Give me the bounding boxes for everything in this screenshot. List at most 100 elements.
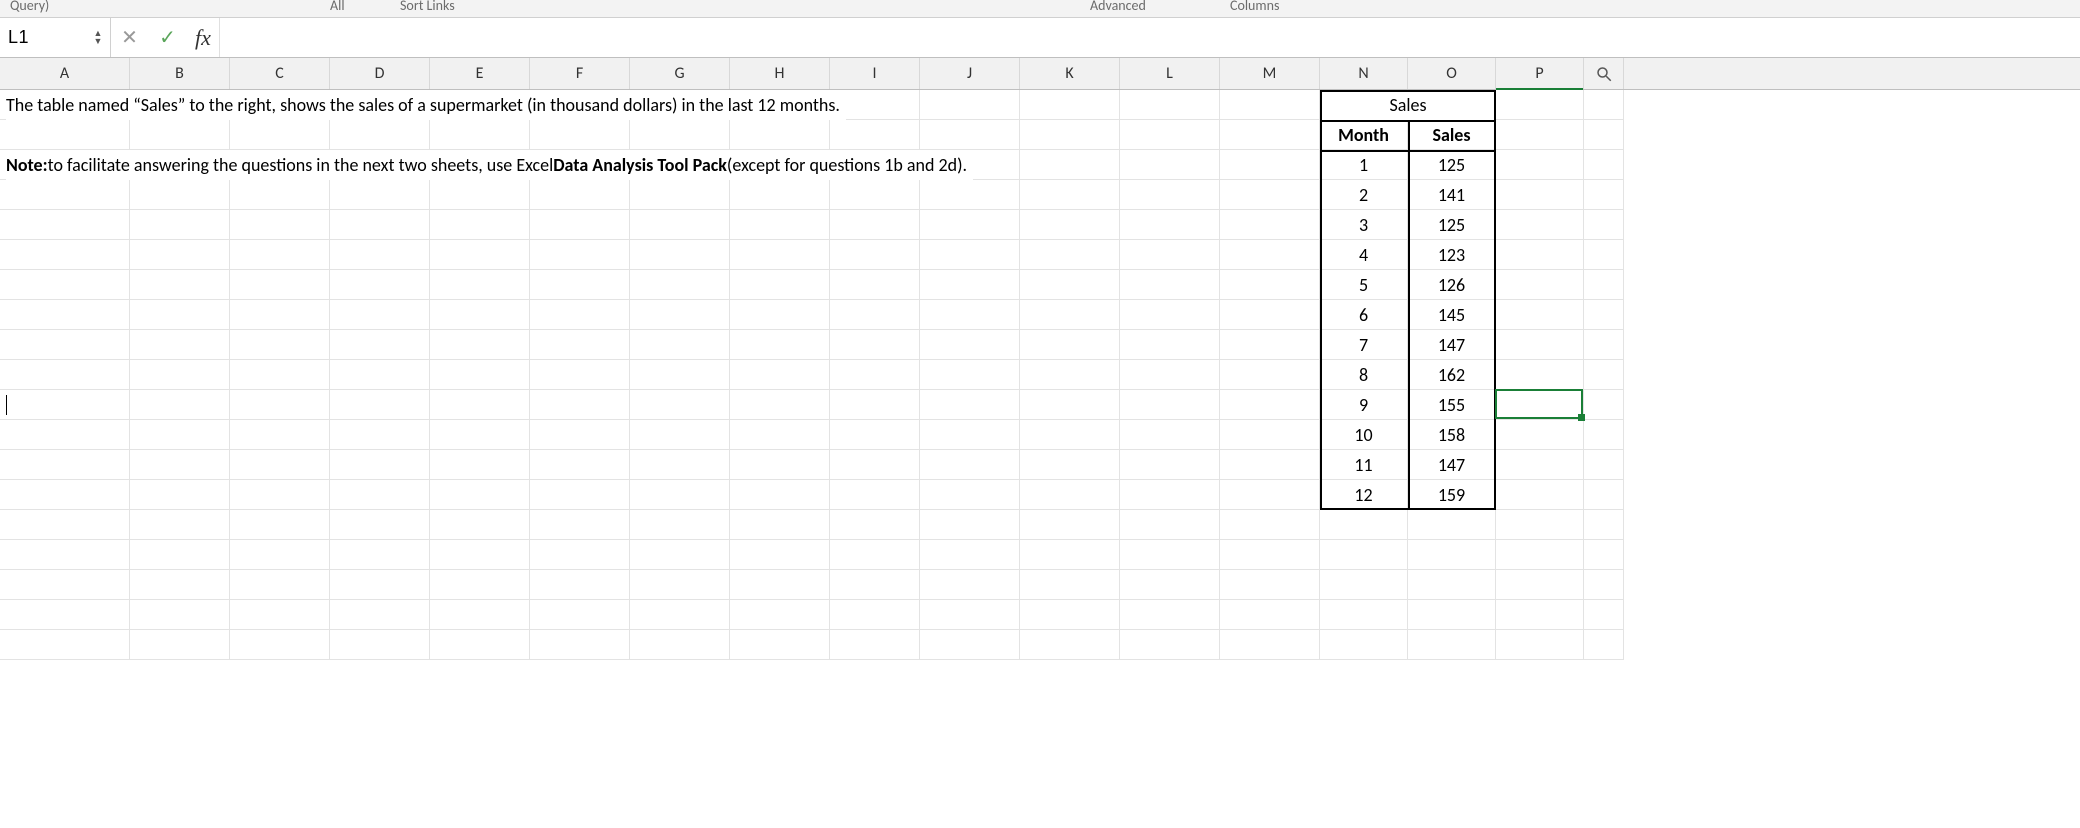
cell-A8[interactable] — [0, 300, 130, 330]
cell-P7[interactable] — [1496, 270, 1584, 300]
cell-C6[interactable] — [230, 240, 330, 270]
cell-O2[interactable]: Sales — [1408, 120, 1496, 150]
cell-A10[interactable] — [0, 360, 130, 390]
cell-M17[interactable] — [1220, 570, 1320, 600]
cell-F15[interactable] — [530, 510, 630, 540]
cell-Q9[interactable] — [1584, 330, 1624, 360]
cell-K4[interactable] — [1020, 180, 1120, 210]
cell-G2[interactable] — [630, 120, 730, 150]
cell-H10[interactable] — [730, 360, 830, 390]
cell-D16[interactable] — [330, 540, 430, 570]
cell-B8[interactable] — [130, 300, 230, 330]
cell-Q10[interactable] — [1584, 360, 1624, 390]
cell-O12[interactable]: 158 — [1408, 420, 1496, 450]
cell-P5[interactable] — [1496, 210, 1584, 240]
cell-P14[interactable] — [1496, 480, 1584, 510]
cell-P18[interactable] — [1496, 600, 1584, 630]
cell-Q17[interactable] — [1584, 570, 1624, 600]
cell-J17[interactable] — [920, 570, 1020, 600]
cell-M10[interactable] — [1220, 360, 1320, 390]
cell-M2[interactable] — [1220, 120, 1320, 150]
cell-L10[interactable] — [1120, 360, 1220, 390]
cell-G17[interactable] — [630, 570, 730, 600]
cell-E15[interactable] — [430, 510, 530, 540]
cell-G10[interactable] — [630, 360, 730, 390]
cell-D9[interactable] — [330, 330, 430, 360]
cell-N5[interactable]: 3 — [1320, 210, 1408, 240]
cell-D4[interactable] — [330, 180, 430, 210]
cell-F2[interactable] — [530, 120, 630, 150]
cell-N7[interactable]: 5 — [1320, 270, 1408, 300]
column-header-A[interactable]: A — [0, 58, 130, 89]
column-header-F[interactable]: F — [530, 58, 630, 89]
cell-C8[interactable] — [230, 300, 330, 330]
cell-O15[interactable] — [1408, 510, 1496, 540]
cell-P9[interactable] — [1496, 330, 1584, 360]
cell-E9[interactable] — [430, 330, 530, 360]
cell-H8[interactable] — [730, 300, 830, 330]
cell-O7[interactable]: 126 — [1408, 270, 1496, 300]
cell-Q1[interactable] — [1584, 90, 1624, 120]
cell-I8[interactable] — [830, 300, 920, 330]
cell-E4[interactable] — [430, 180, 530, 210]
column-header-D[interactable]: D — [330, 58, 430, 89]
cell-P11[interactable] — [1496, 390, 1584, 420]
cell-E2[interactable] — [430, 120, 530, 150]
cell-K1[interactable] — [1020, 90, 1120, 120]
cell-N8[interactable]: 6 — [1320, 300, 1408, 330]
cell-E12[interactable] — [430, 420, 530, 450]
cancel-button[interactable]: ✕ — [111, 18, 149, 57]
cell-P16[interactable] — [1496, 540, 1584, 570]
cell-C19[interactable] — [230, 630, 330, 660]
cell-K5[interactable] — [1020, 210, 1120, 240]
cell-P2[interactable] — [1496, 120, 1584, 150]
formula-input[interactable] — [224, 18, 2080, 57]
cell-A16[interactable] — [0, 540, 130, 570]
cell-C17[interactable] — [230, 570, 330, 600]
cell-O14[interactable]: 159 — [1408, 480, 1496, 510]
cell-H12[interactable] — [730, 420, 830, 450]
cell-K9[interactable] — [1020, 330, 1120, 360]
cell-Q7[interactable] — [1584, 270, 1624, 300]
cell-O5[interactable]: 125 — [1408, 210, 1496, 240]
cell-H5[interactable] — [730, 210, 830, 240]
cell-E7[interactable] — [430, 270, 530, 300]
cell-H9[interactable] — [730, 330, 830, 360]
cell-C4[interactable] — [230, 180, 330, 210]
cell-B10[interactable] — [130, 360, 230, 390]
cell-L17[interactable] — [1120, 570, 1220, 600]
cell-H13[interactable] — [730, 450, 830, 480]
cell-E18[interactable] — [430, 600, 530, 630]
cell-O18[interactable] — [1408, 600, 1496, 630]
cell-B2[interactable] — [130, 120, 230, 150]
cell-Q12[interactable] — [1584, 420, 1624, 450]
cell-B11[interactable] — [130, 390, 230, 420]
cell-M1[interactable] — [1220, 90, 1320, 120]
cell-J15[interactable] — [920, 510, 1020, 540]
cell-Q6[interactable] — [1584, 240, 1624, 270]
cell-D7[interactable] — [330, 270, 430, 300]
cell-P6[interactable] — [1496, 240, 1584, 270]
cell-L9[interactable] — [1120, 330, 1220, 360]
cell-F11[interactable] — [530, 390, 630, 420]
cell-E11[interactable] — [430, 390, 530, 420]
cell-J5[interactable] — [920, 210, 1020, 240]
cell-C11[interactable] — [230, 390, 330, 420]
cell-K8[interactable] — [1020, 300, 1120, 330]
cell-J2[interactable] — [920, 120, 1020, 150]
cell-J19[interactable] — [920, 630, 1020, 660]
column-header-H[interactable]: H — [730, 58, 830, 89]
cell-A14[interactable] — [0, 480, 130, 510]
cell-A5[interactable] — [0, 210, 130, 240]
cell-O3[interactable]: 125 — [1408, 150, 1496, 180]
cell-B19[interactable] — [130, 630, 230, 660]
column-header-J[interactable]: J — [920, 58, 1020, 89]
cell-F12[interactable] — [530, 420, 630, 450]
cell-B17[interactable] — [130, 570, 230, 600]
cell-Q3[interactable] — [1584, 150, 1624, 180]
cell-Q4[interactable] — [1584, 180, 1624, 210]
cell-H14[interactable] — [730, 480, 830, 510]
cell-O8[interactable]: 145 — [1408, 300, 1496, 330]
cell-C15[interactable] — [230, 510, 330, 540]
cell-B9[interactable] — [130, 330, 230, 360]
